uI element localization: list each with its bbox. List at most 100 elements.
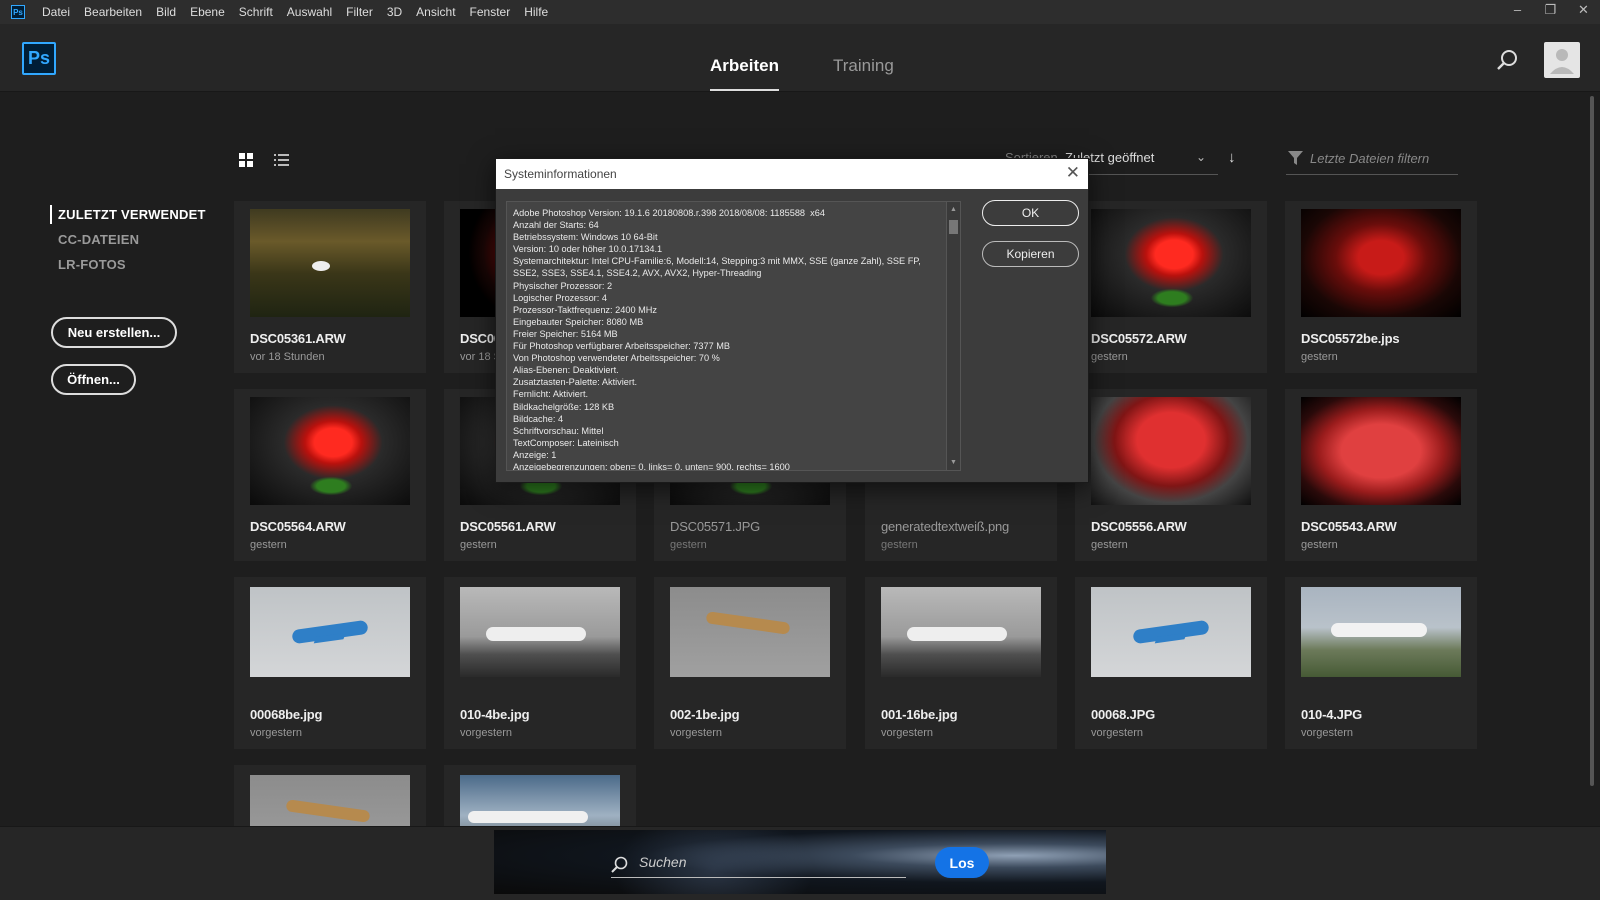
photoshop-logo: Ps xyxy=(22,42,56,75)
system-info-text: Adobe Photoshop Version: 19.1.6 20180808… xyxy=(513,207,943,470)
file-name: 010-4be.jpg xyxy=(460,707,530,722)
menu-ansicht[interactable]: Ansicht xyxy=(409,0,462,24)
home-header: Ps Arbeiten Training xyxy=(0,24,1600,92)
file-name: 002-1be.jpg xyxy=(670,707,740,722)
file-name: DSC05572.ARW xyxy=(1091,331,1187,346)
file-date: vorgestern xyxy=(1301,727,1353,739)
tab-training[interactable]: Training xyxy=(833,56,894,76)
photoshop-home-screen: Ps Datei Bearbeiten Bild Ebene Schrift A… xyxy=(0,0,1600,900)
file-thumbnail xyxy=(250,587,410,677)
file-date: gestern xyxy=(670,539,707,551)
file-name: 00068.JPG xyxy=(1091,707,1155,722)
stock-search-input[interactable]: Suchen xyxy=(639,854,686,870)
file-card[interactable]: 010-4.JPG vorgestern xyxy=(1285,577,1477,749)
file-date: gestern xyxy=(1301,351,1338,363)
file-date: vor 18 Stunden xyxy=(250,351,325,363)
file-thumbnail xyxy=(1091,209,1251,317)
file-thumbnail xyxy=(1301,209,1461,317)
airplane-shape xyxy=(468,811,588,823)
file-name: DSC05556.ARW xyxy=(1091,519,1187,534)
menu-filter[interactable]: Filter xyxy=(339,0,380,24)
file-name: DSC05571.JPG xyxy=(670,519,761,534)
file-card[interactable]: DSC05572.ARW gestern xyxy=(1075,201,1267,373)
file-date: gestern xyxy=(1301,539,1338,551)
file-name: generatedtextweiß.png xyxy=(881,519,1010,534)
file-name: 010-4.JPG xyxy=(1301,707,1363,722)
ok-button[interactable]: OK xyxy=(982,200,1079,226)
file-date: vorgestern xyxy=(670,727,722,739)
system-info-textarea[interactable]: Adobe Photoshop Version: 19.1.6 20180808… xyxy=(506,201,961,471)
file-card[interactable] xyxy=(234,765,426,865)
file-card[interactable]: DSC05564.ARW gestern xyxy=(234,389,426,561)
info-line: Betriebssystem: Windows 10 64-Bit xyxy=(513,232,658,243)
file-card[interactable]: 010-4be.jpg vorgestern xyxy=(444,577,636,749)
file-name: DSC05564.ARW xyxy=(250,519,346,534)
scroll-up-icon[interactable]: ▲ xyxy=(950,206,957,213)
close-icon[interactable]: ✕ xyxy=(1066,163,1080,183)
menu-schrift[interactable]: Schrift xyxy=(232,0,280,24)
info-line: Version: 10 oder höher 10.0.17134.1 xyxy=(513,244,663,255)
info-line: Bildcache: 4 xyxy=(513,413,564,424)
system-info-dialog: Systeminformationen ✕ Adobe Photoshop Ve… xyxy=(495,158,1089,483)
filter-input[interactable]: Letzte Dateien filtern xyxy=(1310,151,1429,166)
menu-3d[interactable]: 3D xyxy=(380,0,409,24)
file-card[interactable] xyxy=(444,765,636,865)
avatar[interactable] xyxy=(1544,42,1580,78)
airplane-shape xyxy=(291,619,369,645)
menu-bearbeiten[interactable]: Bearbeiten xyxy=(77,0,149,24)
sidebar-item-cc-dateien[interactable]: CC-DATEIEN xyxy=(58,232,139,247)
tab-arbeiten[interactable]: Arbeiten xyxy=(710,56,779,91)
menu-hilfe[interactable]: Hilfe xyxy=(517,0,555,24)
copy-button[interactable]: Kopieren xyxy=(982,241,1079,267)
menu-datei[interactable]: Datei xyxy=(35,0,77,24)
menu-fenster[interactable]: Fenster xyxy=(463,0,518,24)
file-card[interactable]: 001-16be.jpg vorgestern xyxy=(865,577,1057,749)
file-date: vorgestern xyxy=(250,727,302,739)
info-line: TextComposer: Lateinisch xyxy=(513,437,619,448)
menu-auswahl[interactable]: Auswahl xyxy=(280,0,339,24)
airplane-shape xyxy=(1331,623,1427,637)
file-card[interactable]: 00068.JPG vorgestern xyxy=(1075,577,1267,749)
grid-view-icon[interactable] xyxy=(239,153,253,167)
file-name: DSC05361.ARW xyxy=(250,331,346,346)
file-date: gestern xyxy=(1091,351,1128,363)
file-card[interactable]: DSC05543.ARW gestern xyxy=(1285,389,1477,561)
dialog-title: Systeminformationen xyxy=(504,167,617,181)
search-go-button[interactable]: Los xyxy=(935,847,989,878)
menu-bild[interactable]: Bild xyxy=(149,0,183,24)
open-button[interactable]: Öffnen... xyxy=(51,364,136,395)
sidebar-item-lr-fotos[interactable]: LR-FOTOS xyxy=(58,257,126,272)
file-card[interactable]: DSC05556.ARW gestern xyxy=(1075,389,1267,561)
new-button[interactable]: Neu erstellen... xyxy=(51,317,177,348)
file-card[interactable]: 00068be.jpg vorgestern xyxy=(234,577,426,749)
close-window-icon[interactable]: ✕ xyxy=(1567,0,1600,24)
scroll-thumb[interactable] xyxy=(949,220,958,234)
file-card[interactable]: DSC05361.ARW vor 18 Stunden xyxy=(234,201,426,373)
window-controls: – ❐ ✕ xyxy=(1501,0,1600,24)
dialog-titlebar[interactable]: Systeminformationen ✕ xyxy=(496,159,1088,189)
stock-search-panel: Suchen Los xyxy=(494,830,1106,894)
sort-direction-icon[interactable]: ↓ xyxy=(1228,149,1236,166)
sidebar-item-zuletzt-verwendet[interactable]: ZULETZT VERWENDET xyxy=(50,205,206,224)
file-card[interactable]: DSC05572be.jps gestern xyxy=(1285,201,1477,373)
info-line: Für Photoshop verfügbarer Arbeitsspeiche… xyxy=(513,341,731,352)
airplane-shape xyxy=(1132,619,1210,645)
chevron-down-icon[interactable]: ⌄ xyxy=(1196,150,1206,164)
info-line: Alias-Ebenen: Deaktiviert. xyxy=(513,365,619,376)
file-thumbnail xyxy=(250,209,410,317)
file-name: 00068be.jpg xyxy=(250,707,323,722)
menu-ebene[interactable]: Ebene xyxy=(183,0,232,24)
scroll-down-icon[interactable]: ▼ xyxy=(950,459,957,466)
restore-icon[interactable]: ❐ xyxy=(1534,0,1567,24)
menu-bar: Ps Datei Bearbeiten Bild Ebene Schrift A… xyxy=(0,0,1600,24)
filter-icon xyxy=(1288,151,1303,165)
list-view-icon[interactable] xyxy=(274,154,289,167)
info-line: Eingebauter Speicher: 8080 MB xyxy=(513,316,644,327)
page-scrollbar[interactable] xyxy=(1590,96,1594,786)
info-scrollbar[interactable]: ▲ ▼ xyxy=(946,202,960,470)
file-thumbnail xyxy=(1301,397,1461,505)
file-card[interactable]: 002-1be.jpg vorgestern xyxy=(654,577,846,749)
minimize-icon[interactable]: – xyxy=(1501,0,1534,24)
search-icon[interactable] xyxy=(1496,49,1518,71)
info-line: Systemarchitektur: Intel CPU-Familie:6, … xyxy=(513,256,924,279)
